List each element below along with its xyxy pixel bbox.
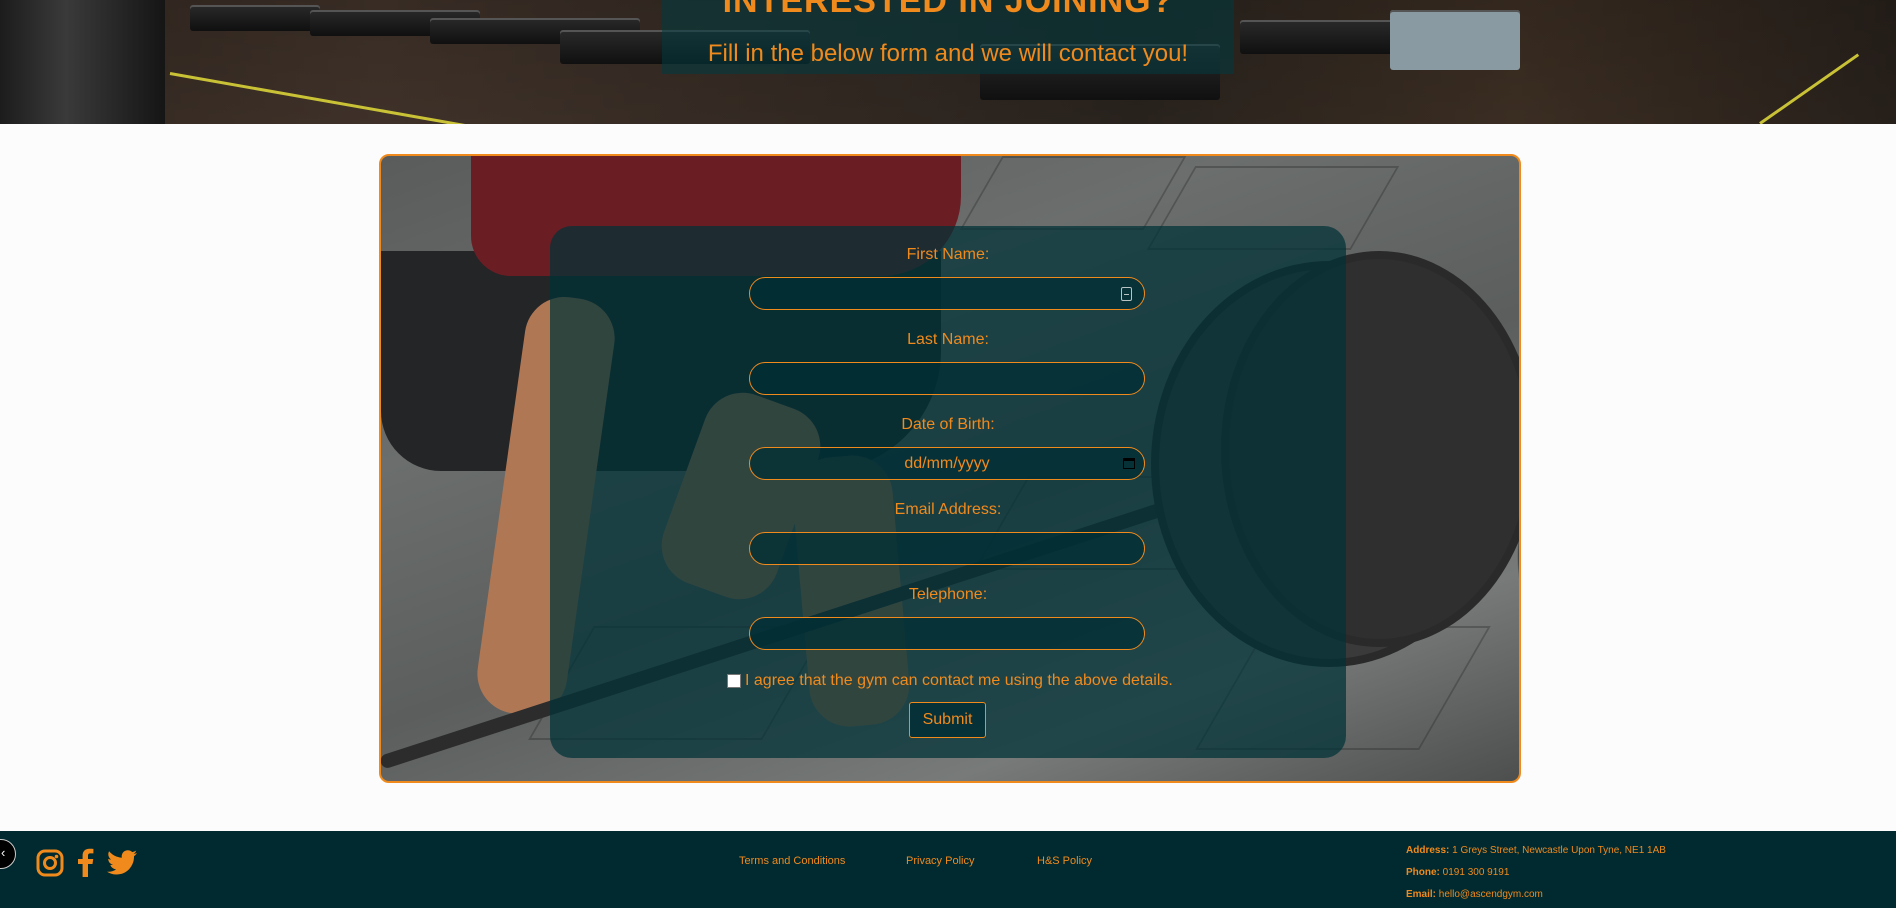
phone-line: Phone: 0191 300 9191: [1406, 867, 1509, 878]
first-name-input[interactable]: [749, 277, 1145, 310]
contact-card-icon[interactable]: [1121, 287, 1132, 301]
twitter-icon[interactable]: [107, 850, 137, 875]
privacy-link[interactable]: Privacy Policy: [906, 855, 974, 867]
address-label: Address:: [1406, 845, 1450, 856]
phone-value: 0191 300 9191: [1442, 867, 1510, 878]
email-contact-value[interactable]: hello@ascendgym.com: [1439, 889, 1543, 900]
floor-tile: [959, 156, 1187, 230]
hero-treadmill: [190, 5, 320, 31]
instagram-icon[interactable]: [36, 849, 64, 877]
address-line: Address: 1 Greys Street, Newcastle Upon …: [1406, 845, 1666, 856]
dob-placeholder: dd/mm/yyyy: [904, 455, 990, 472]
submit-button[interactable]: Submit: [909, 702, 986, 738]
hero-floor-line: [169, 72, 584, 124]
phone-label: Phone:: [1406, 867, 1440, 878]
scroll-back-button[interactable]: ‹: [0, 839, 16, 869]
chevron-left-icon: ‹: [1, 845, 6, 860]
consent-row: I agree that the gym can contact me usin…: [727, 671, 1173, 691]
last-name-input[interactable]: [749, 362, 1145, 395]
hero-banner: INTERESTED IN JOINING? Fill in the below…: [0, 0, 1896, 124]
email-label: Email Address:: [894, 501, 1002, 518]
page-subheading: Fill in the below form and we will conta…: [707, 40, 1189, 67]
consent-checkbox[interactable]: [727, 674, 741, 688]
dob-input[interactable]: dd/mm/yyyy: [749, 447, 1145, 480]
email-line: Email: hello@ascendgym.com: [1406, 889, 1543, 900]
calendar-icon[interactable]: [1123, 458, 1135, 469]
dob-label: Date of Birth:: [901, 416, 995, 433]
telephone-label: Telephone:: [908, 586, 988, 603]
last-name-label: Last Name:: [907, 331, 989, 348]
telephone-input[interactable]: [749, 617, 1145, 650]
facebook-icon[interactable]: [76, 847, 94, 877]
email-contact-label: Email:: [1406, 889, 1437, 900]
page-heading: INTERESTED IN JOINING?: [722, 0, 1174, 20]
hero-floor-line: [1759, 53, 1860, 124]
hero-image-pillar: [0, 0, 165, 124]
hero-machine: [1390, 10, 1520, 70]
consent-label: I agree that the gym can contact me usin…: [745, 672, 1173, 689]
terms-link[interactable]: Terms and Conditions: [739, 855, 845, 867]
address-value: 1 Greys Street, Newcastle Upon Tyne, NE1…: [1452, 845, 1666, 856]
first-name-label: First Name:: [906, 246, 990, 263]
hs-policy-link[interactable]: H&S Policy: [1037, 855, 1092, 867]
footer: ‹ Terms and Conditions Privacy Policy H&…: [0, 831, 1896, 908]
email-input[interactable]: [749, 532, 1145, 565]
